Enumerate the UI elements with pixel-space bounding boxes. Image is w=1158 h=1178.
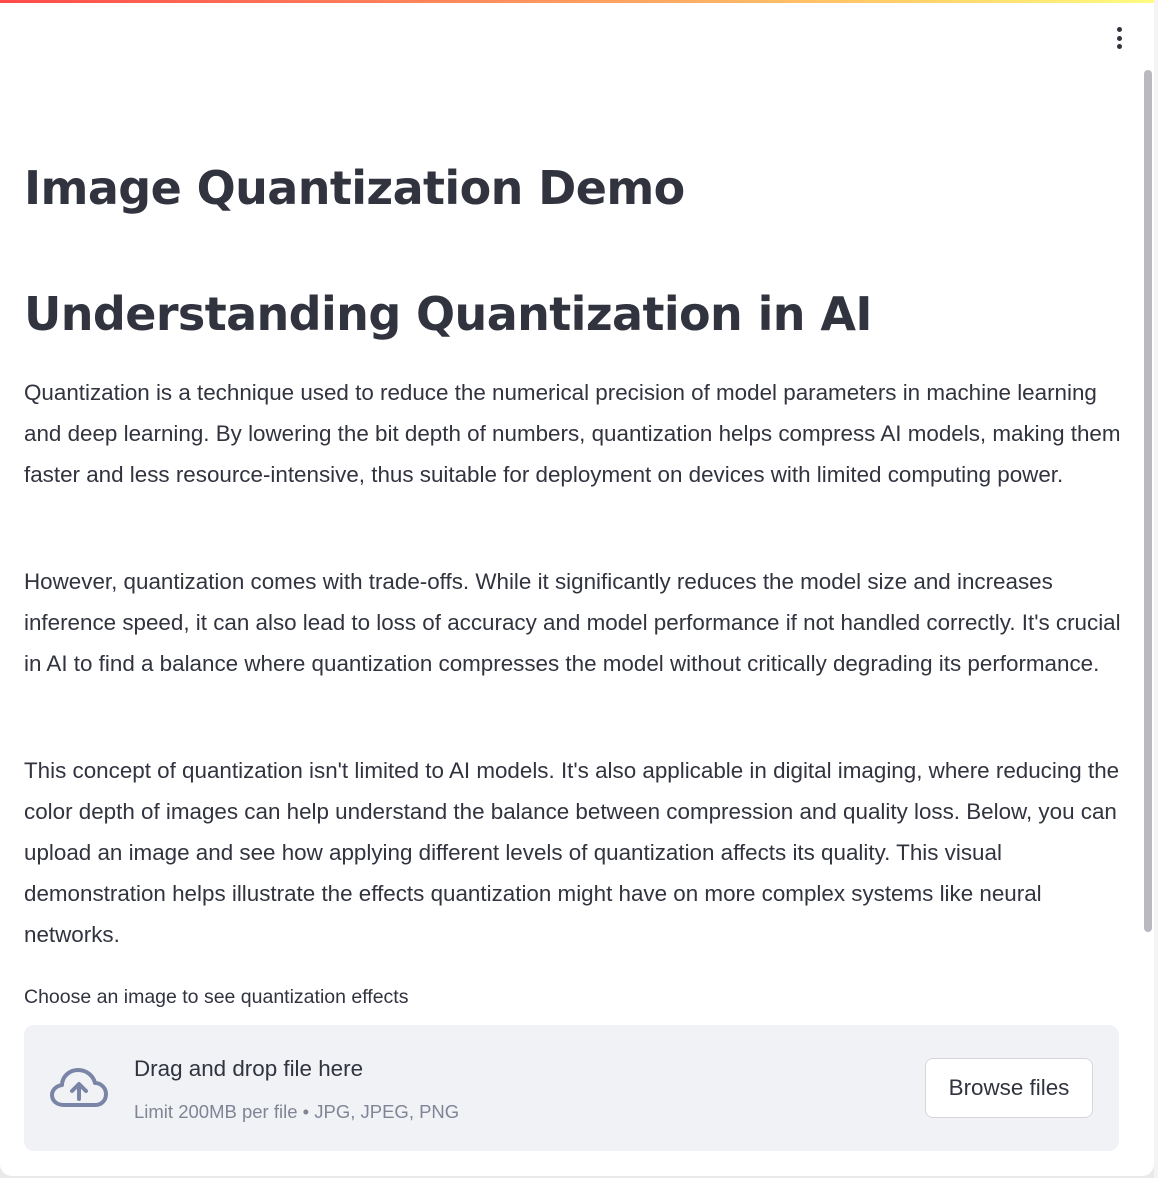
intro-paragraph: Quantization is a technique used to redu… bbox=[24, 380, 1121, 487]
top-decoration-stripe bbox=[0, 0, 1154, 3]
app-window: Image Quantization Demo Understanding Qu… bbox=[0, 0, 1154, 1176]
dropzone-instructions: Drag and drop file here bbox=[134, 1056, 364, 1081]
tradeoffs-paragraph: However, quantization comes with trade-o… bbox=[24, 569, 1121, 676]
vertical-scrollbar[interactable] bbox=[1144, 70, 1152, 932]
browse-files-button[interactable]: Browse files bbox=[925, 1058, 1093, 1118]
background-edge bbox=[1154, 0, 1158, 1178]
imaging-paragraph: This concept of quantization isn't limit… bbox=[24, 758, 1120, 947]
ellipsis-dot bbox=[1116, 44, 1122, 49]
dropzone-limit-text: Limit 200MB per file • JPG, JPEG, PNG bbox=[134, 1101, 460, 1122]
vertical-ellipsis-icon bbox=[1116, 27, 1122, 32]
main-menu-button[interactable] bbox=[1106, 24, 1132, 52]
file-dropzone[interactable]: Drag and drop file here Limit 200MB per … bbox=[24, 1025, 1119, 1151]
section-heading: Understanding Quantization in AI bbox=[24, 287, 872, 341]
cloud-upload-icon bbox=[50, 1068, 108, 1107]
ellipsis-dot bbox=[1116, 35, 1122, 41]
page-title: Image Quantization Demo bbox=[24, 161, 685, 215]
file-uploader-label: Choose an image to see quantization effe… bbox=[24, 986, 409, 1008]
